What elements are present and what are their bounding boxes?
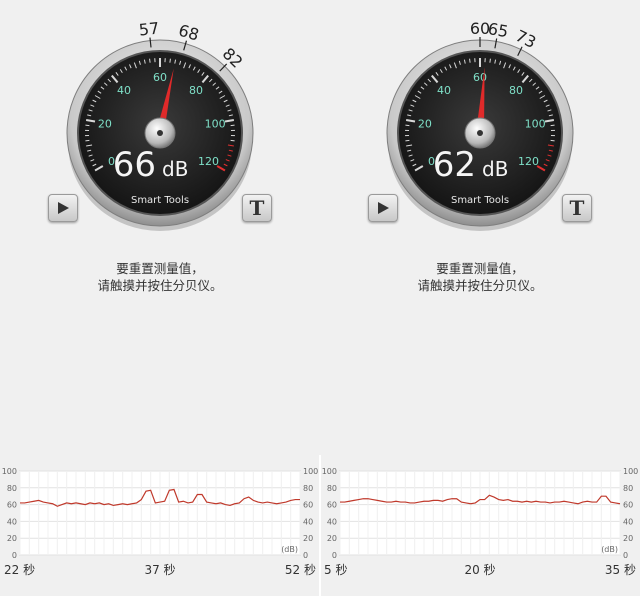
brand-label: Smart Tools	[131, 195, 189, 206]
dial-tick	[149, 58, 151, 63]
x-tick-label: 5 秒	[324, 563, 347, 577]
y-tick-label: 100	[303, 467, 318, 476]
y-tick-label: 40	[623, 517, 633, 526]
play-icon	[58, 202, 69, 214]
tools-t-button[interactable]: T	[242, 194, 272, 222]
y-tick-label: 80	[623, 484, 633, 493]
y-tick-label: 0	[623, 551, 628, 560]
x-tick-label: 52 秒	[285, 563, 316, 577]
sound-meter-panel-right: 0 20 40 60 80 100 120 62 dB Smart Tools 60 65 73 T 要…	[320, 0, 640, 596]
x-tick-label: 37 秒	[144, 563, 175, 577]
y-tick-label: 0	[303, 551, 308, 560]
dial-number: 100	[525, 117, 546, 130]
dial-number: 120	[518, 155, 539, 168]
y-tick-label: 60	[623, 501, 633, 510]
y-tick-label: 40	[7, 517, 17, 526]
marker-label: 68	[176, 21, 201, 45]
dial-number: 60	[153, 71, 167, 84]
reading-unit: dB	[162, 157, 188, 181]
brand-label: Smart Tools	[451, 195, 509, 206]
instruction-line: 要重置测量值，	[116, 261, 204, 276]
needle-hub-center	[157, 130, 163, 136]
unit-label: (dB)	[281, 545, 298, 554]
dial-number: 20	[98, 117, 112, 130]
y-tick-label: 0	[332, 551, 337, 560]
dial-number: 100	[205, 117, 226, 130]
y-tick-label: 20	[7, 534, 17, 543]
instruction-line: 请触摸并按住分贝仪。	[97, 278, 223, 293]
dial-number: 20	[418, 117, 432, 130]
instruction-line: 请触摸并按住分贝仪。	[417, 278, 543, 293]
dial-number: 80	[189, 84, 203, 97]
play-button[interactable]	[48, 194, 78, 222]
reset-instruction: 要重置测量值， 请触摸并按住分贝仪。	[320, 260, 640, 294]
play-icon	[378, 202, 389, 214]
sound-meter-panel-left: 0 20 40 60 80 100 120 66 dB Smart Tools 57 68 82 T 要…	[0, 0, 320, 596]
y-tick-label: 20	[623, 534, 633, 543]
history-chart: 0 0 20 20 40 40 60 60 80 80 100 100 (dB) 5 秒 20 秒 35 秒	[322, 467, 639, 577]
dial-number: 60	[473, 71, 487, 84]
history-chart: 0 0 20 20 40 40 60 60 80 80 100 100 (dB) 22 秒 37 秒 52 秒	[2, 467, 319, 577]
y-tick-label: 0	[12, 551, 17, 560]
y-tick-label: 20	[327, 534, 337, 543]
y-tick-label: 40	[303, 517, 313, 526]
y-tick-label: 100	[322, 467, 337, 476]
x-tick-label: 22 秒	[4, 563, 35, 577]
dial-tick	[169, 58, 171, 63]
needle-hub-center	[477, 130, 483, 136]
reading-unit: dB	[482, 157, 508, 181]
marker-label: 65	[486, 19, 509, 41]
reading-value: 66	[113, 145, 156, 185]
y-tick-label: 60	[7, 501, 17, 510]
instruction-line: 要重置测量值，	[436, 261, 524, 276]
y-tick-label: 100	[2, 467, 17, 476]
y-tick-label: 60	[303, 501, 313, 510]
x-tick-label: 35 秒	[605, 563, 636, 577]
dial-tick	[469, 58, 471, 63]
y-tick-label: 40	[327, 517, 337, 526]
unit-label: (dB)	[601, 545, 618, 554]
y-tick-label: 80	[327, 484, 337, 493]
dial-number: 120	[198, 155, 219, 168]
dial-number: 40	[117, 84, 131, 97]
y-tick-label: 80	[303, 484, 313, 493]
y-tick-label: 60	[327, 501, 337, 510]
dial-tick	[489, 58, 491, 63]
x-tick-label: 20 秒	[464, 563, 495, 577]
play-button[interactable]	[368, 194, 398, 222]
tools-t-button[interactable]: T	[562, 194, 592, 222]
y-tick-label: 100	[623, 467, 638, 476]
y-tick-label: 20	[303, 534, 313, 543]
reset-instruction: 要重置测量值， 请触摸并按住分贝仪。	[0, 260, 320, 294]
marker-label: 57	[138, 19, 160, 40]
dial-number: 40	[437, 84, 451, 97]
dial-number: 80	[509, 84, 523, 97]
y-tick-label: 80	[7, 484, 17, 493]
reading-value: 62	[433, 145, 476, 185]
